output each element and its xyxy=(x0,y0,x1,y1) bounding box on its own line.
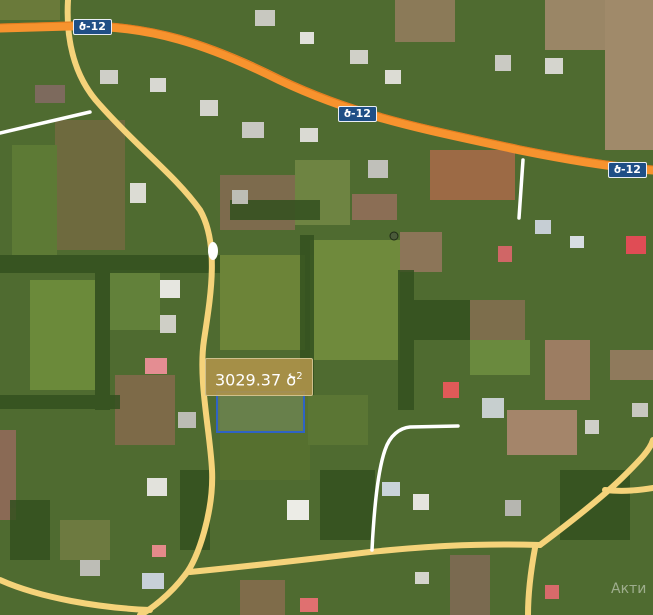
area-measurement-label: 3029.37 ծ2 xyxy=(205,358,313,396)
activation-watermark: Акти xyxy=(611,581,647,597)
area-value: 3029.37 xyxy=(215,370,282,390)
map-point xyxy=(389,231,399,241)
area-unit: ծ xyxy=(286,370,297,390)
road-node-marker xyxy=(208,242,218,260)
road-shield-west: ծ-12 xyxy=(73,19,112,35)
road-shield-middle: ծ-12 xyxy=(338,106,377,122)
satellite-map[interactable] xyxy=(0,0,653,615)
area-unit-exponent: 2 xyxy=(296,371,303,382)
road-shield-east: ծ-12 xyxy=(608,162,647,178)
measured-parcel-outline[interactable] xyxy=(216,391,305,433)
